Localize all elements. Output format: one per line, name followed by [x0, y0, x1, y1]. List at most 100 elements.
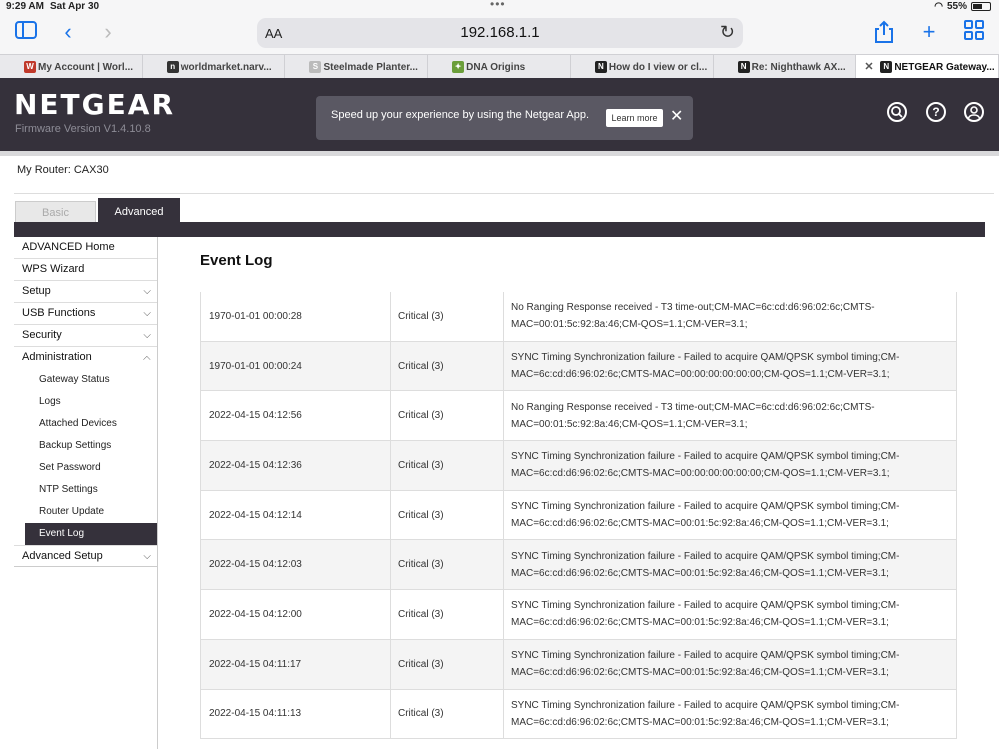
sidebar-subitem-logs[interactable]: Logs: [14, 391, 157, 413]
battery-percent: 55%: [946, 1, 967, 12]
browser-tabs: W My Account | Worl... n worldmarket.narv..…: [0, 54, 999, 79]
event-level: Critical (3): [391, 391, 504, 441]
learn-more-button[interactable]: Learn more: [606, 109, 663, 127]
forward-icon[interactable]: ›: [96, 20, 120, 44]
event-time: 2022-04-15 04:12:03: [201, 540, 391, 590]
sidebar-item-label: Administration: [22, 351, 92, 363]
reload-icon[interactable]: ↻: [720, 22, 735, 43]
event-description: SYNC Timing Synchronization failure - Fa…: [511, 699, 900, 728]
event-log-table: 1970-01-01 00:00:28 Critical (3) No Rangin…: [200, 292, 957, 740]
sidebar-item-usb-functions[interactable]: USB Functions ⌵: [14, 303, 157, 325]
sidebar-item-security[interactable]: Security ⌵: [14, 325, 157, 347]
tab-bar: [14, 222, 985, 237]
sidebar-subitem-router-update[interactable]: Router Update: [14, 501, 157, 523]
sidebar-item-label: Security: [22, 329, 62, 341]
browser-tab[interactable]: S Steelmade Planter...: [285, 55, 429, 79]
chevron-down-icon: ⌵: [143, 330, 151, 341]
favicon-icon: N: [737, 61, 750, 73]
sidebar-subitem-gateway-status[interactable]: Gateway Status: [14, 369, 157, 391]
help-icon[interactable]: ?: [926, 102, 946, 122]
address-bar[interactable]: AA 192.168.1.1 ↻: [257, 18, 743, 48]
favicon-icon: S: [309, 61, 322, 73]
event-level: Critical (3): [391, 590, 504, 639]
event-time: 2022-04-15 04:11:13: [201, 689, 391, 739]
tab-overview-icon[interactable]: [962, 20, 986, 44]
back-icon[interactable]: ‹: [56, 20, 80, 44]
browser-tab[interactable]: N How do I view or cl...: [571, 55, 714, 79]
banner-message: Speed up your experience by using the Ne…: [331, 109, 590, 121]
event-level: Critical (3): [391, 441, 504, 490]
tab-basic[interactable]: Basic: [15, 201, 96, 223]
status-bar: 9:29 AM Sat Apr 30 ••• ◠ 55%: [0, 0, 999, 14]
browser-tab[interactable]: W My Account | Worl...: [0, 55, 143, 79]
sidebar-item-label: Setup: [22, 285, 51, 297]
sidebar-item-administration[interactable]: Administration ⌵: [14, 347, 157, 369]
search-icon[interactable]: [887, 102, 907, 122]
favicon-icon: ✦: [452, 61, 465, 73]
event-time: 2022-04-15 04:12:36: [201, 441, 391, 490]
browser-tab-label: Re: Nighthawk AX...: [751, 61, 846, 73]
close-tab-icon[interactable]: ✕: [864, 60, 873, 73]
sidebar-item-label: Advanced Setup: [22, 550, 103, 562]
browser-tab[interactable]: n worldmarket.narv...: [143, 55, 286, 79]
sidebar-item-setup[interactable]: Setup ⌵: [14, 281, 157, 303]
event-description: SYNC Timing Synchronization failure - Fa…: [511, 650, 900, 679]
table-row: 2022-04-15 04:12:03 Critical (3) SYNC Timi…: [201, 540, 956, 591]
battery-icon: [971, 2, 991, 11]
event-level: Critical (3): [391, 540, 504, 590]
browser-tab-label: My Account | Worl...: [38, 61, 134, 73]
chevron-down-icon: ⌵: [143, 551, 151, 562]
event-level: Critical (3): [391, 689, 504, 739]
sidebar-item-label: WPS Wizard: [22, 263, 85, 275]
chevron-down-icon: ⌵: [143, 308, 151, 319]
sidebar-subitem-ntp-settings[interactable]: NTP Settings: [14, 479, 157, 501]
sidebar-toggle-icon[interactable]: [14, 20, 38, 44]
event-time: 2022-04-15 04:12:00: [201, 590, 391, 639]
url-text[interactable]: 192.168.1.1: [257, 24, 743, 41]
event-time: 1970-01-01 00:00:28: [201, 292, 391, 341]
sidebar-item-advanced-setup[interactable]: Advanced Setup ⌵: [14, 545, 157, 567]
table-row: 2022-04-15 04:12:56 Critical (3) No Rangin…: [201, 391, 956, 442]
router-model: CAX30: [73, 164, 109, 176]
browser-tab-label: Steelmade Planter...: [323, 61, 418, 73]
multitasking-dots-icon[interactable]: •••: [490, 0, 506, 11]
favicon-icon: W: [24, 61, 36, 73]
sidebar-subitem-event-log[interactable]: Event Log: [25, 523, 157, 545]
app-promo-banner: Speed up your experience by using the Ne…: [316, 96, 693, 140]
netgear-header: NETGEAR Firmware Version V1.4.10.8 Speed…: [0, 78, 999, 151]
browser-tab-label: DNA Origins: [466, 61, 526, 73]
page-title: Event Log: [200, 252, 273, 269]
table-row: 1970-01-01 00:00:24 Critical (3) SYNC Timi…: [201, 341, 956, 392]
sidebar: ADVANCED Home WPS Wizard Setup ⌵ USB Func…: [14, 237, 158, 749]
event-description: No Ranging Response received - T3 time-o…: [511, 401, 875, 430]
event-time: 2022-04-15 04:12:14: [201, 490, 391, 540]
sidebar-subitem-set-password[interactable]: Set Password: [14, 457, 157, 479]
table-row: 2022-04-15 04:11:17 Critical (3) SYNC Timi…: [201, 639, 956, 690]
event-description: SYNC Timing Synchronization failure - Fa…: [511, 451, 900, 480]
sidebar-subitem-attached-devices[interactable]: Attached Devices: [14, 413, 157, 435]
event-time: 1970-01-01 00:00:24: [201, 341, 391, 391]
my-router: My Router: CAX30: [17, 164, 109, 176]
tab-advanced[interactable]: Advanced: [98, 198, 180, 223]
sidebar-subitem-backup-settings[interactable]: Backup Settings: [14, 435, 157, 457]
table-row: 2022-04-15 04:12:14 Critical (3) SYNC Timi…: [201, 490, 956, 541]
table-row: 1970-01-01 00:00:28 Critical (3) No Rangin…: [201, 292, 956, 342]
sidebar-item-advanced-home[interactable]: ADVANCED Home: [14, 237, 157, 259]
new-tab-icon[interactable]: +: [917, 20, 941, 44]
browser-toolbar: ‹ › AA 192.168.1.1 ↻ +: [0, 14, 999, 54]
browser-tab[interactable]: ✕ N NETGEAR Gateway...: [856, 55, 999, 79]
sidebar-item-wps-wizard[interactable]: WPS Wizard: [14, 259, 157, 281]
event-description: No Ranging Response received - T3 time-o…: [511, 302, 875, 331]
browser-tab-label: How do I view or cl...: [608, 61, 708, 73]
event-level: Critical (3): [391, 292, 504, 341]
sidebar-item-label: USB Functions: [22, 307, 96, 319]
share-icon[interactable]: [872, 20, 896, 44]
divider: [14, 193, 994, 194]
netgear-logo[interactable]: NETGEAR: [14, 88, 175, 121]
chevron-up-icon: ⌵: [143, 353, 151, 364]
browser-tab[interactable]: N Re: Nighthawk AX...: [714, 55, 857, 79]
close-icon[interactable]: ✕: [670, 106, 683, 126]
table-row: 2022-04-15 04:12:00 Critical (3) SYNC Timi…: [201, 590, 956, 640]
account-icon[interactable]: [964, 102, 984, 122]
browser-tab[interactable]: ✦ DNA Origins: [428, 55, 571, 79]
